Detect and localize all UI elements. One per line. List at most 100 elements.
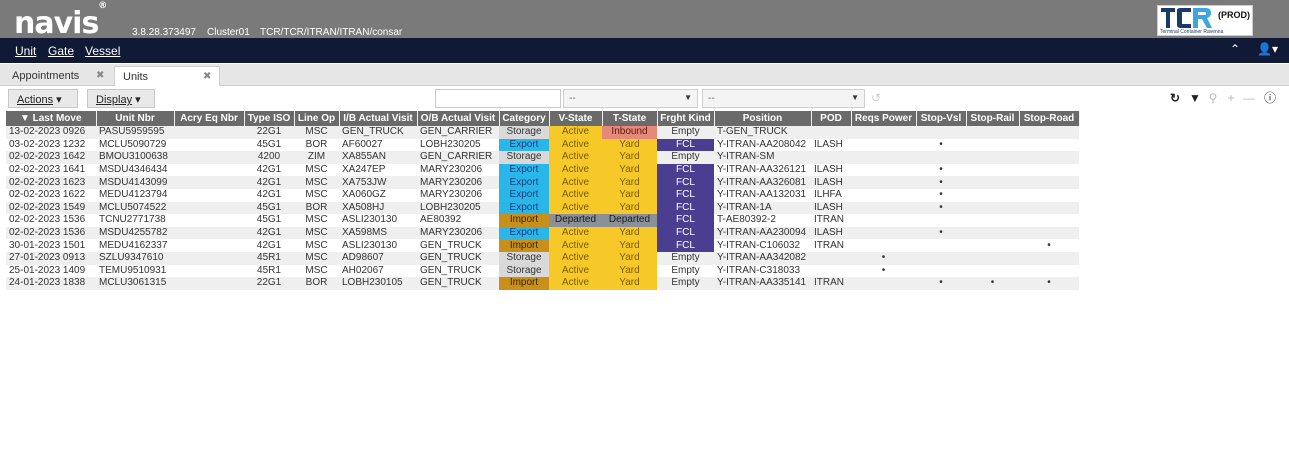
help-icon[interactable]: ⓘ: [1262, 90, 1278, 106]
table-cell: Empty: [657, 264, 714, 278]
table-cell: [174, 188, 244, 202]
table-cell: [851, 277, 916, 290]
table-cell: ILHFA: [811, 188, 851, 202]
table-cell: [174, 201, 244, 215]
table-row[interactable]: 02-02-2023 1642 BMOU3100638 4200 ZIM XA855AN…: [6, 151, 1079, 164]
refresh-icon[interactable]: ↻: [1167, 90, 1183, 106]
table-cell: 03-02-2023 1232: [6, 138, 96, 152]
tab-units[interactable]: Units ✖: [114, 66, 220, 86]
table-cell: Active: [549, 251, 602, 265]
table-cell: [851, 163, 916, 177]
column-header[interactable]: Line Op: [294, 111, 340, 126]
display-button[interactable]: Display ▾: [87, 89, 155, 108]
table-cell: •: [916, 226, 966, 240]
table-row[interactable]: 02-02-2023 1641 MSDU4346434 42G1 MSC XA247EP…: [6, 163, 1079, 177]
table-row[interactable]: 25-01-2023 1409 TEMU9510931 45R1 MSC AH02067…: [6, 264, 1079, 278]
column-header[interactable]: Stop-Vsl: [916, 111, 967, 126]
table-cell: •: [916, 138, 966, 152]
table-cell: MARY230206: [417, 226, 499, 240]
table-cell: [811, 126, 851, 139]
column-header[interactable]: I/B Actual Visit: [339, 111, 418, 126]
column-header-label: O/B Actual Visit: [420, 113, 496, 124]
table-cell: [1019, 176, 1079, 189]
table-row[interactable]: 30-01-2023 1501 MEDU4162337 42G1 MSC ASLI230…: [6, 239, 1079, 252]
column-header[interactable]: Stop-Rail: [966, 111, 1020, 126]
table-cell: Export: [499, 201, 549, 215]
menu-gate[interactable]: Gate: [48, 44, 74, 58]
menu-vessel[interactable]: Vessel: [85, 44, 120, 58]
column-header[interactable]: Type ISO: [244, 111, 295, 126]
table-cell: [966, 239, 1019, 252]
version-label: 3.8.28.373497: [132, 27, 196, 38]
table-cell: [1019, 214, 1079, 227]
tab-appointments[interactable]: Appointments ✖: [4, 66, 114, 86]
table-cell: 13-02-2023 0926: [6, 126, 96, 139]
table-cell: 45R1: [244, 264, 294, 278]
column-header[interactable]: O/B Actual Visit: [417, 111, 500, 126]
column-header-label: V-State: [558, 113, 593, 124]
table-row[interactable]: 02-02-2023 1622 MEDU4123794 42G1 MSC XA060GZ…: [6, 188, 1079, 202]
table-cell: MARY230206: [417, 188, 499, 202]
table-row[interactable]: 02-02-2023 1536 MSDU4255782 42G1 MSC XA598MS…: [6, 226, 1079, 240]
table-cell: GEN_CARRIER: [417, 151, 499, 164]
remove-icon[interactable]: —: [1241, 90, 1257, 106]
actions-button[interactable]: Actions ▾: [8, 89, 78, 108]
scope-label: TCR/TCR/ITRAN/ITRAN/consar: [260, 27, 403, 38]
table-row[interactable]: 24-01-2023 1838 MCLU3061315 22G1 BOR LOBH230…: [6, 277, 1079, 290]
filter-icon[interactable]: ▼: [1187, 90, 1203, 106]
column-header[interactable]: Frght Kind: [657, 111, 715, 126]
table-cell: [916, 264, 966, 278]
column-header[interactable]: Position: [714, 111, 812, 126]
table-cell: [1019, 201, 1079, 215]
table-cell: Import: [499, 277, 549, 290]
search-icon[interactable]: ⚲: [1205, 90, 1221, 106]
brand-subtitle: Terminal Container Ravenna: [1160, 29, 1224, 35]
user-icon[interactable]: 👤▾: [1257, 42, 1278, 56]
column-header[interactable]: ▼ Last Move: [6, 111, 97, 126]
column-header[interactable]: Acry Eq Nbr: [174, 111, 245, 126]
table-cell: 42G1: [244, 226, 294, 240]
table-row[interactable]: 02-02-2023 1549 MCLU5074522 45G1 BOR XA508HJ…: [6, 201, 1079, 215]
add-icon[interactable]: +: [1223, 90, 1239, 106]
table-cell: Active: [549, 151, 602, 164]
table-cell: Storage: [499, 126, 549, 139]
column-header-label: POD: [820, 113, 842, 124]
column-header[interactable]: Category: [499, 111, 550, 126]
column-header[interactable]: Stop-Road: [1019, 111, 1080, 126]
reset-icon[interactable]: ↺: [868, 90, 884, 106]
column-header-label: Category: [502, 113, 546, 124]
table-row[interactable]: 27-01-2023 0913 SZLU9347610 45R1 MSC AD98607…: [6, 251, 1079, 265]
table-row[interactable]: 03-02-2023 1232 MCLU5090729 45G1 BOR AF60027…: [6, 138, 1079, 152]
column-header-label: Last Move: [32, 113, 82, 124]
menu-unit[interactable]: Unit: [15, 44, 36, 58]
table-cell: •: [916, 277, 966, 290]
table-row[interactable]: 02-02-2023 1623 MSDU4143099 42G1 MSC XA753JW…: [6, 176, 1079, 189]
filter-select-2[interactable]: -- ▼: [702, 89, 865, 108]
table-cell: MSC: [294, 226, 339, 240]
table-cell: •: [916, 201, 966, 215]
column-header[interactable]: POD: [811, 111, 852, 126]
column-header[interactable]: V-State: [549, 111, 603, 126]
table-cell: 42G1: [244, 188, 294, 202]
collapse-icon[interactable]: ⌃: [1230, 42, 1240, 56]
table-cell: MSC: [294, 239, 339, 252]
table-cell: Departed: [549, 214, 602, 227]
column-header[interactable]: T-State: [602, 111, 658, 126]
table-cell: Storage: [499, 151, 549, 164]
column-header[interactable]: Unit Nbr: [96, 111, 175, 126]
table-cell: MSC: [294, 264, 339, 278]
table-row[interactable]: 13-02-2023 0926 PASU5959595 22G1 MSC GEN_TRU…: [6, 126, 1079, 139]
filter-select-1[interactable]: -- ▼: [563, 89, 698, 108]
table-cell: Active: [549, 201, 602, 215]
search-input[interactable]: [435, 89, 561, 108]
close-icon[interactable]: ✖: [96, 70, 104, 81]
column-header[interactable]: Reqs Power: [851, 111, 917, 126]
table-cell: FCL: [657, 226, 714, 240]
table-cell: 02-02-2023 1641: [6, 163, 96, 177]
cluster-label: Cluster01: [207, 27, 250, 38]
table-cell: FCL: [657, 201, 714, 215]
table-cell: 02-02-2023 1623: [6, 176, 96, 189]
close-icon[interactable]: ✖: [203, 71, 211, 82]
table-cell: Y-ITRAN-1A: [714, 201, 811, 215]
table-row[interactable]: 02-02-2023 1536 TCNU2771738 45G1 MSC ASLI230…: [6, 214, 1079, 227]
